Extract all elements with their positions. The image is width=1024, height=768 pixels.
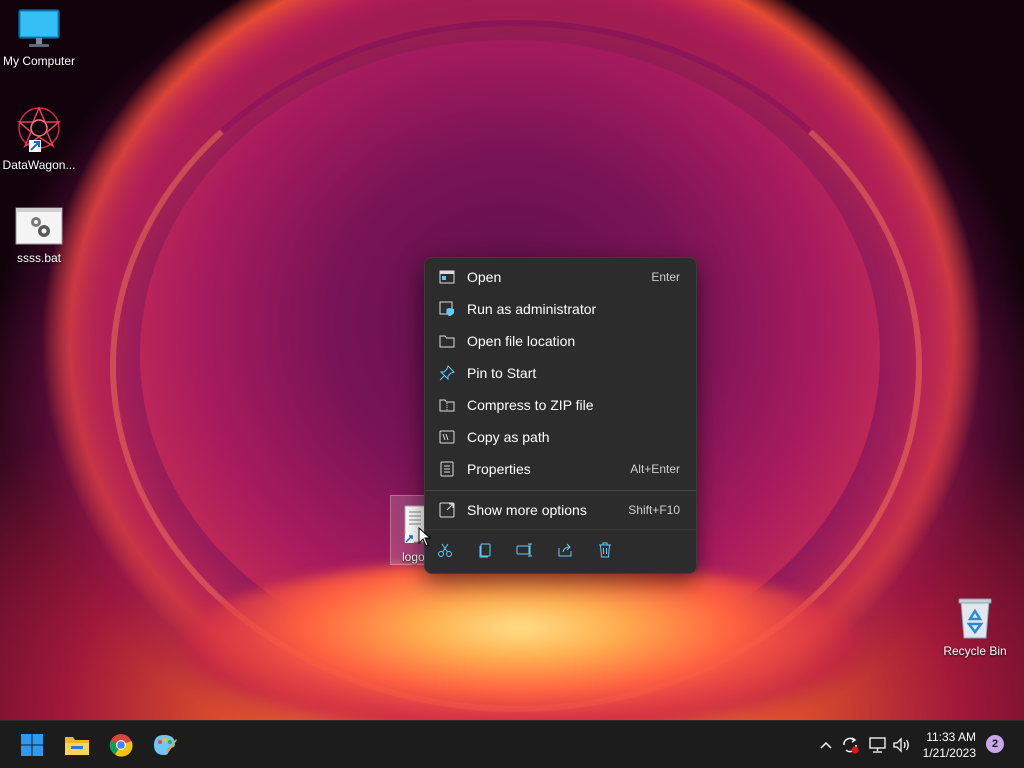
clock[interactable]: 11:33 AM 1/21/2023 xyxy=(923,729,976,761)
desktop-icon-datawagon[interactable]: DataWagon... xyxy=(0,106,78,172)
quick-actions-bar xyxy=(435,540,615,560)
desktop-icon-my-computer[interactable]: My Computer xyxy=(0,8,78,68)
menu-item-run-as-admin[interactable]: Run as administrator xyxy=(429,294,692,324)
desktop-icon-recycle-bin[interactable]: Recycle Bin xyxy=(936,596,1014,658)
menu-item-copy-as-path[interactable]: Copy as path xyxy=(429,422,692,452)
clock-time: 11:33 AM xyxy=(926,730,976,744)
cut-icon[interactable] xyxy=(435,540,455,560)
menu-item-label: Compress to ZIP file xyxy=(467,397,594,413)
desktop-icon-label: ssss.bat xyxy=(16,251,61,265)
menu-item-label: Pin to Start xyxy=(467,365,537,381)
menu-separator xyxy=(425,490,696,491)
desktop-icon-ssss-bat[interactable]: ssss.bat xyxy=(0,207,78,265)
menu-item-show-more-options[interactable]: Show more options Shift+F10 xyxy=(429,495,692,525)
sync-icon[interactable] xyxy=(840,735,860,755)
notification-badge[interactable]: 2 xyxy=(986,735,1004,753)
wallpaper-glow xyxy=(180,560,860,720)
menu-item-shortcut: Shift+F10 xyxy=(628,503,680,517)
menu-item-open-file-location[interactable]: Open file location xyxy=(429,326,692,356)
taskbar: 11:33 AM 1/21/2023 2 xyxy=(0,720,1024,768)
desktop-icon-label: logo xyxy=(402,550,425,564)
context-menu: Open Enter Run as administrator Open fil… xyxy=(424,257,697,574)
delete-icon[interactable] xyxy=(595,540,615,560)
mouse-cursor-icon xyxy=(418,527,432,547)
volume-icon[interactable] xyxy=(892,735,912,755)
file-explorer-icon[interactable] xyxy=(61,729,93,761)
datawagon-app-icon xyxy=(16,106,62,152)
desktop-icon-label: DataWagon... xyxy=(2,158,76,172)
chrome-icon[interactable] xyxy=(105,729,137,761)
menu-item-label: Show more options xyxy=(467,502,587,518)
menu-item-shortcut: Enter xyxy=(651,270,680,284)
clock-date: 1/21/2023 xyxy=(922,746,976,760)
paint-icon[interactable] xyxy=(149,729,181,761)
start-icon[interactable] xyxy=(16,729,48,761)
copy-icon[interactable] xyxy=(475,540,495,560)
menu-item-label: Open file location xyxy=(467,333,576,349)
more-options-icon xyxy=(438,501,456,519)
monitor-icon xyxy=(18,9,60,47)
copy-path-icon xyxy=(438,428,456,446)
menu-item-label: Copy as path xyxy=(467,429,550,445)
pin-icon xyxy=(438,364,456,382)
menu-item-label: Properties xyxy=(467,461,531,477)
chevron-up-icon[interactable] xyxy=(816,735,836,755)
menu-item-shortcut: Alt+Enter xyxy=(630,462,680,476)
menu-item-label: Run as administrator xyxy=(467,301,597,317)
share-icon[interactable] xyxy=(555,540,575,560)
folder-icon xyxy=(438,332,456,350)
desktop-icon-label: My Computer xyxy=(2,54,76,68)
menu-item-pin-to-start[interactable]: Pin to Start xyxy=(429,358,692,388)
properties-icon xyxy=(438,460,456,478)
batch-file-icon xyxy=(15,207,63,245)
zip-folder-icon xyxy=(438,396,456,414)
menu-item-compress-zip[interactable]: Compress to ZIP file xyxy=(429,390,692,420)
menu-separator xyxy=(425,529,696,530)
recycle-bin-icon xyxy=(958,598,992,639)
network-icon[interactable] xyxy=(868,735,888,755)
menu-item-properties[interactable]: Properties Alt+Enter xyxy=(429,454,692,484)
menu-item-label: Open xyxy=(467,269,502,285)
menu-item-open[interactable]: Open Enter xyxy=(429,262,692,292)
desktop: My Computer DataWagon... ssss.bat logo R… xyxy=(0,0,1024,720)
open-icon xyxy=(438,268,456,286)
desktop-icon-label: Recycle Bin xyxy=(943,644,1007,658)
shield-app-icon xyxy=(438,300,456,318)
rename-icon[interactable] xyxy=(515,540,535,560)
